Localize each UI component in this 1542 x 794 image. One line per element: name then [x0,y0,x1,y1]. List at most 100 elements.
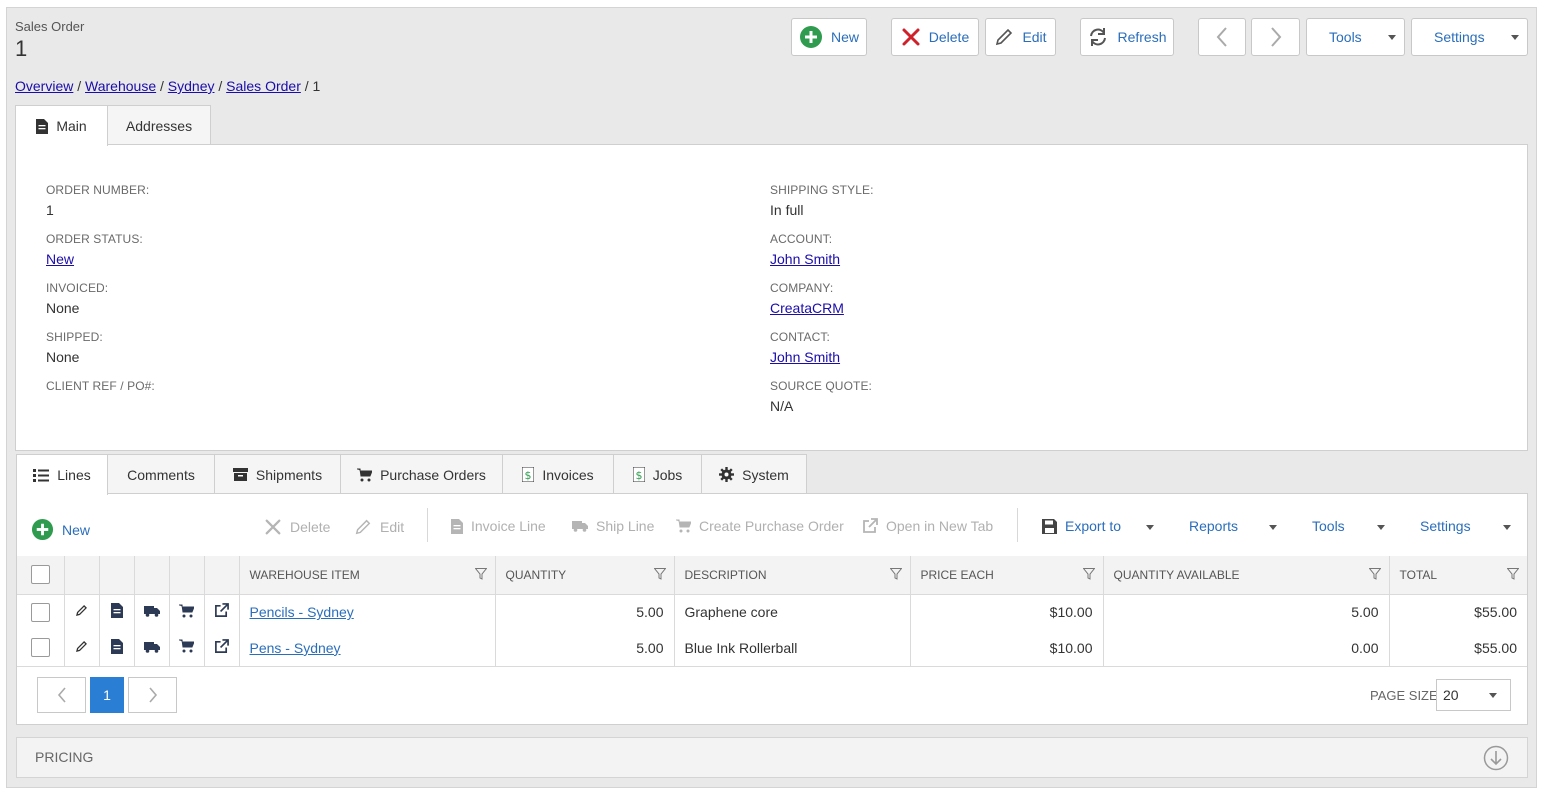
truck-icon[interactable] [143,641,160,653]
edit-button[interactable]: Edit [985,18,1056,56]
next-record-button[interactable] [1251,18,1300,56]
document-icon[interactable] [110,638,123,654]
column-header-price-each[interactable]: PRICE EACH [910,556,1104,595]
refresh-button[interactable]: Refresh [1080,18,1174,56]
lines-delete-button[interactable]: Delete [264,518,330,536]
pricing-section[interactable]: PRICING [16,737,1528,778]
pencil-icon[interactable] [75,604,88,617]
caret-down-icon[interactable] [1269,525,1277,530]
chevron-left-icon [1215,26,1229,48]
filter-icon[interactable] [1506,568,1520,583]
archive-box-icon [232,468,248,481]
svg-text:$: $ [635,469,642,482]
open-in-new-tab-button[interactable]: Open in New Tab [862,518,993,534]
row-checkbox[interactable] [30,602,50,622]
settings-dropdown[interactable]: Settings [1411,18,1528,56]
field-label-source-quote: SOURCE QUOTE: [770,379,872,393]
grid-footer-divider [17,666,1527,667]
grid-header-row: WAREHOUSE ITEM QUANTITY DESCRIPTION PRIC… [17,556,1527,595]
column-header-total[interactable]: TOTAL [1389,556,1527,595]
pager-next-button[interactable] [128,677,177,713]
tab-main[interactable]: Main [15,105,108,146]
tab-comments[interactable]: Comments [107,454,215,494]
filter-icon[interactable] [1081,568,1096,583]
document-icon [36,118,49,134]
filter-icon[interactable] [1367,568,1382,583]
pager-prev-button[interactable] [37,677,86,713]
pager-page-button[interactable]: 1 [90,677,124,713]
invoice-line-label: Invoice Line [471,518,546,534]
column-header-quantity-available[interactable]: QUANTITY AVAILABLE [1103,556,1390,595]
dollar-document-icon: $ [632,467,645,482]
external-link-icon[interactable] [214,638,229,654]
filter-icon[interactable] [652,568,667,583]
ship-line-button[interactable]: Ship Line [572,518,654,534]
reports-button[interactable]: Reports [1189,518,1238,534]
row-po-cell [169,594,205,630]
row-checkbox[interactable] [30,638,50,658]
page-size-select[interactable]: 20 [1436,679,1511,711]
new-button[interactable]: New [791,18,867,56]
header-edit-col [64,556,100,595]
shopping-cart-icon[interactable] [179,604,194,618]
tab-purchase-orders[interactable]: Purchase Orders [340,454,503,494]
refresh-button-label: Refresh [1117,29,1167,45]
tools-dropdown[interactable]: Tools [1306,18,1405,56]
company-link[interactable]: CreataCRM [770,300,844,316]
lines-tools-button[interactable]: Tools [1312,518,1345,534]
field-value-order-status: New [46,251,74,267]
order-status-link[interactable]: New [46,251,74,267]
caret-down-icon [1388,35,1396,40]
pencil-icon[interactable] [75,640,88,653]
tab-addresses[interactable]: Addresses [107,105,211,145]
document-icon[interactable] [110,603,123,619]
lines-new-button[interactable]: New [31,518,90,541]
field-label-order-status: ORDER STATUS: [46,232,143,246]
record-number: 1 [15,36,28,61]
account-link[interactable]: John Smith [770,251,840,267]
warehouse-item-link[interactable]: Pens - Sydney [250,640,341,656]
tab-system[interactable]: System [701,454,807,494]
field-value-company: CreataCRM [770,300,844,316]
truck-icon[interactable] [143,605,160,618]
row-edit-cell [64,630,100,666]
expand-arrow-down-icon[interactable] [1483,745,1509,771]
export-to-button[interactable]: Export to [1042,518,1121,534]
breadcrumb-sydney[interactable]: Sydney [168,78,215,94]
field-label-order-number: ORDER NUMBER: [46,183,150,197]
table-row[interactable]: Pens - Sydney 5.00 Blue Ink Rollerball $… [17,630,1527,666]
create-purchase-order-button[interactable]: Create Purchase Order [676,518,844,534]
breadcrumb-warehouse[interactable]: Warehouse [85,78,156,94]
tab-jobs[interactable]: $ Jobs [613,454,702,494]
caret-down-icon[interactable] [1146,525,1154,530]
tab-shipments[interactable]: Shipments [214,454,341,494]
column-header-description[interactable]: DESCRIPTION [674,556,911,595]
contact-link[interactable]: John Smith [770,349,840,365]
delete-button-label: Delete [928,29,970,45]
breadcrumb-sales-order[interactable]: Sales Order [226,78,301,94]
table-row[interactable]: Pencils - Sydney 5.00 Graphene core $10.… [17,594,1527,630]
filter-icon[interactable] [888,568,903,583]
field-value-shipping-style: In full [770,202,804,218]
select-all-checkbox[interactable] [30,565,50,585]
caret-down-icon[interactable] [1503,525,1511,530]
warehouse-item-link[interactable]: Pencils - Sydney [250,604,354,620]
tab-lines[interactable]: Lines [16,454,108,495]
field-value-contact: John Smith [770,349,840,365]
field-value-account: John Smith [770,251,840,267]
invoice-line-button[interactable]: Invoice Line [451,518,546,534]
cell-quantity-available: 5.00 [1103,594,1390,630]
tab-invoices[interactable]: $ Invoices [502,454,614,494]
breadcrumb-overview[interactable]: Overview [15,78,73,94]
previous-record-button[interactable] [1198,18,1246,56]
shopping-cart-icon[interactable] [179,639,194,653]
external-link-icon[interactable] [214,603,229,618]
lines-edit-button[interactable]: Edit [354,518,404,536]
caret-down-icon[interactable] [1377,525,1385,530]
shopping-cart-icon [676,519,691,533]
lines-settings-button[interactable]: Settings [1420,518,1471,534]
column-header-quantity[interactable]: QUANTITY [495,556,675,595]
filter-icon[interactable] [473,568,488,583]
column-header-warehouse-item[interactable]: WAREHOUSE ITEM [239,556,496,595]
delete-button[interactable]: Delete [891,18,979,56]
